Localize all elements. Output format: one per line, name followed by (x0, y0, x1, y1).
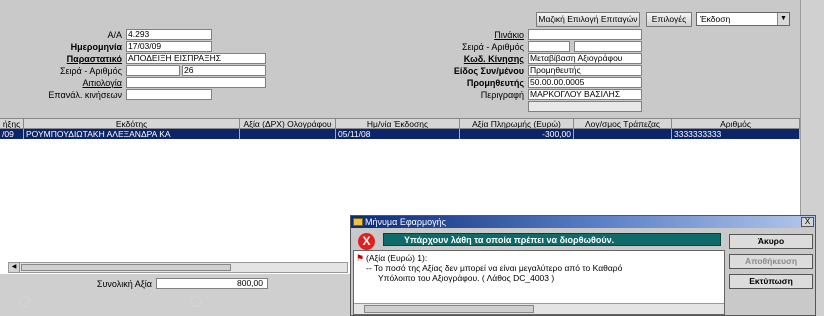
total-value-label: Συνολική Αξία (96, 279, 152, 289)
application-window: Μαζική Επιλογή Επιταγών Επιλογές Έκδοση … (0, 0, 824, 316)
error-message-box: ⚑ (Αξία (Ευρώ) 1): -- Το ποσό της Αξίας … (353, 250, 725, 315)
scroll-left-icon[interactable]: ◀ (9, 263, 20, 272)
description-label: Περιγραφή (480, 90, 524, 100)
grid-cell[interactable]: 3333333333 (672, 129, 800, 139)
cancel-button[interactable]: Άκυρο (729, 234, 813, 249)
issue-select-value: Έκδοση (700, 14, 731, 24)
repeat-moves-label: Επανάλ. κινήσεων (48, 90, 122, 100)
table-label[interactable]: Πινάκιο (430, 30, 524, 40)
right-series-field[interactable] (528, 41, 570, 52)
error-banner: Υπάρχουν λάθη τα οποία πρέπει να διορθωθ… (383, 233, 721, 246)
scrollbar-thumb[interactable] (364, 305, 534, 313)
voucher-field[interactable]: ΑΠΟΔΕΙΞΗ ΕΙΣΠΡΑΞΗΣ (126, 53, 266, 64)
mass-select-checks-button[interactable]: Μαζική Επιλογή Επιταγών (536, 12, 640, 27)
message-horizontal-scrollbar[interactable] (354, 303, 724, 314)
grid-header[interactable]: ήξης (0, 119, 24, 129)
message-line: Υπόλοιπο του Αξιογράφου. ( Λάθος DC_4003… (378, 273, 555, 283)
reason-label[interactable]: Αιτιολογία (40, 78, 122, 88)
warning-icon: ⚑ (356, 253, 365, 263)
grid-header[interactable]: Ημ/νία Έκδοσης (336, 119, 460, 129)
print-button[interactable]: Εκτύπωση (729, 274, 813, 289)
grid-horizontal-scrollbar[interactable]: ◀ (8, 262, 348, 273)
grid-header[interactable]: Αξία Πληρωμής (Ευρώ) (460, 119, 574, 129)
right-series-label: Σειρά - Αριθμός (461, 42, 524, 52)
options-button[interactable]: Επιλογές (646, 12, 692, 27)
partner-type-label: Είδος Συν/μένου (453, 66, 524, 76)
description-extra-field (528, 101, 642, 112)
supplier-label: Προμηθευτής (466, 78, 524, 88)
watermark-decoration: ◌ (18, 288, 32, 313)
aa-label: Α/Α (107, 30, 122, 40)
chevron-down-icon[interactable]: ▼ (777, 13, 789, 25)
save-button: Αποθήκευση (729, 254, 813, 269)
grid-cell[interactable] (574, 129, 672, 139)
series-field[interactable] (126, 65, 180, 76)
grid-header[interactable]: Εκδότης (24, 119, 240, 129)
grid-header[interactable]: Αριθμός (672, 119, 800, 129)
table-field[interactable] (528, 29, 642, 40)
grid-cell[interactable]: ΡΟΥΜΠΟΥΔΙΩΤΑΚΗ ΑΛΕΞΑΝΔΡΑ ΚΑ (24, 129, 240, 139)
supplier-field[interactable]: 50.00.00.0005 (528, 77, 642, 88)
application-message-dialog: Μήνυμα Εφαρμογής X X Υπάρχουν λάθη τα οπ… (350, 215, 816, 316)
move-code-label[interactable]: Κωδ. Κίνησης (430, 54, 524, 64)
series-number-label: Σειρά - Αριθμός (59, 66, 122, 76)
repeat-moves-field[interactable] (126, 89, 212, 100)
date-label: Ημερομηνία (70, 42, 122, 52)
reason-field[interactable] (126, 77, 266, 88)
message-line: -- Το ποσό της Αξίας δεν μπορεί να είναι… (366, 263, 623, 273)
scrollbar-thumb[interactable] (21, 264, 231, 271)
error-icon: X (358, 233, 375, 250)
total-value-field: 800,00 (156, 278, 268, 289)
number-field[interactable]: 26 (182, 65, 266, 76)
dialog-title[interactable]: Μήνυμα Εφαρμογής (351, 216, 815, 228)
grid-cell[interactable]: 05/11/08 (336, 129, 460, 139)
move-code-field[interactable]: Μεταβίβαση Αξιογράφου (528, 53, 642, 64)
grid-header[interactable]: Αξία (ΔΡΧ) Ολογράφου (240, 119, 336, 129)
app-window-icon (353, 218, 363, 226)
voucher-label[interactable]: Παραστατικό (40, 54, 122, 64)
message-line: (Αξία (Ευρώ) 1): (366, 253, 428, 263)
grid-cell[interactable]: -300,00 (460, 129, 574, 139)
grid-cell[interactable]: /09 (0, 129, 24, 139)
grid-cell[interactable] (240, 129, 336, 139)
date-field[interactable]: 17/03/09 (126, 41, 212, 52)
issue-select[interactable]: Έκδοση ▼ (696, 12, 790, 26)
watermark-decoration: ◌ (190, 288, 204, 313)
close-icon[interactable]: X (801, 217, 814, 227)
document-form: Μαζική Επιλογή Επιταγών Επιλογές Έκδοση … (0, 0, 800, 116)
description-field[interactable]: ΜΑΡΚΟΓΛΟΥ ΒΑΣΙΛΗΣ (528, 89, 642, 100)
aa-field[interactable]: 4.293 (126, 29, 212, 40)
partner-type-field[interactable]: Προμηθευτής (528, 65, 642, 76)
grid-header[interactable]: Λογ/σμος Τράπεζας (574, 119, 672, 129)
right-number-field[interactable] (574, 41, 642, 52)
